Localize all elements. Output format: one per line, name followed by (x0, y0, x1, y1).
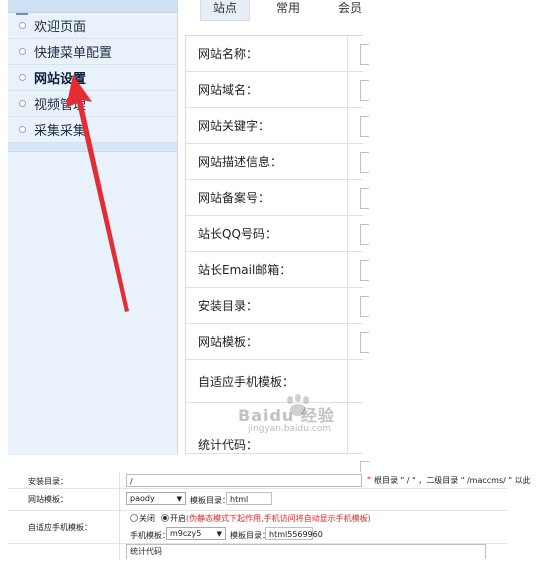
mobile-dir-input[interactable]: html5569960 (265, 527, 323, 540)
template-dir-input[interactable]: html (226, 492, 272, 505)
radio-off-label: 关闭 (139, 514, 155, 523)
install-dir-input[interactable] (360, 296, 369, 317)
sidebar-item-video-manage[interactable]: 视频管理 (8, 91, 177, 117)
site-name-input[interactable] (360, 44, 369, 65)
field-label: 网站域名： (186, 72, 348, 107)
settings-tabs: 站点 常用 会员 (200, 0, 388, 22)
collapse-icon[interactable] (16, 13, 28, 15)
field-label: 安装目录： (186, 288, 348, 323)
template-dir-label: 模板目录： (190, 496, 230, 505)
install-dir-label: 安装目录： (28, 477, 68, 486)
detail-screenshot: 安装目录： / * 根目录 " / " ，二级目录 " /maccms/ " 以… (8, 472, 531, 560)
chevron-down-icon: ▼ (176, 495, 182, 503)
row-mobile-template: 自适应手机模板： 关闭 开启 (伪静态模式下起作用,手机访问将自动显示手机模板)… (8, 510, 508, 544)
sidebar-item-label: 欢迎页面 (34, 20, 87, 35)
sidebar-item-label: 视频管理 (34, 98, 87, 113)
icp-input[interactable] (360, 188, 369, 209)
sidebar-item-shortcut-menu[interactable]: 快捷菜单配置 (8, 39, 177, 65)
mobile-dir-label: 模板目录： (230, 531, 270, 540)
install-dir-hint: 根目录 " / " ，二级目录 " /maccms/ " 以此 (374, 476, 531, 485)
field-label: 统计代码： (186, 403, 348, 453)
mobile-template-select-value: m9czy5 (170, 529, 202, 538)
form-row-email: 站长Email邮箱： (186, 252, 369, 288)
bullet-icon (19, 100, 26, 107)
tab-member[interactable]: 会员 (326, 0, 374, 20)
radio-on-label: 开启 (170, 514, 186, 523)
mobile-template-note: (伪静态模式下起作用,手机访问将自动显示手机模板) (186, 514, 371, 523)
template-select[interactable]: paody ▼ (126, 492, 186, 505)
install-dir-input[interactable]: / (126, 474, 362, 487)
field-label: 网站模板： (186, 324, 348, 359)
mobile-template-label: 自适应手机模板： (28, 523, 92, 532)
tab-site[interactable]: 站点 (200, 0, 251, 21)
template-label: 网站模板： (28, 495, 68, 504)
sidebar-item-label: 快捷菜单配置 (34, 46, 113, 61)
qq-input[interactable] (360, 224, 369, 245)
bullet-icon (19, 126, 26, 133)
form-row-stats: 统计代码： (186, 403, 369, 503)
row-install-dir: 安装目录： / * 根目录 " / " ，二级目录 " /maccms/ " 以… (8, 472, 531, 489)
form-row-site-domain: 网站域名： (186, 72, 369, 108)
mobile-template-select[interactable]: m9czy5 ▼ (166, 527, 226, 540)
sidebar-header (8, 0, 177, 15)
site-domain-input[interactable] (360, 80, 369, 101)
form-row-mobile-template: 自适应手机模板： (186, 360, 363, 403)
field-label: 网站关键字： (186, 108, 348, 143)
field-label: 自适应手机模板： (186, 360, 348, 402)
settings-form: 网站名称： 网站域名： 网站关键字： 网站描述信息： 网站备案号： 站长QQ号码… (185, 35, 369, 503)
sidebar-footer (8, 143, 177, 152)
template-select[interactable] (360, 332, 369, 353)
template-select-value: paody (130, 494, 155, 503)
email-input[interactable] (360, 260, 369, 281)
description-input[interactable] (360, 152, 369, 173)
field-label: 网站描述信息： (186, 144, 348, 179)
sidebar-item-label: 采集采集 (34, 124, 87, 139)
form-row-install-dir: 安装目录： (186, 288, 369, 324)
chevron-down-icon: ▼ (216, 530, 222, 538)
required-star: * (367, 475, 371, 484)
form-row-keywords: 网站关键字： (186, 108, 369, 144)
form-row-icp: 网站备案号： (186, 180, 369, 216)
row-stats: 统计代码 (8, 543, 508, 559)
bullet-icon (19, 48, 26, 55)
sidebar-item-collect[interactable]: 采集采集 (8, 117, 177, 143)
sidebar-item-welcome[interactable]: 欢迎页面 (8, 13, 177, 39)
field-label: 网站备案号： (186, 180, 348, 215)
sidebar-item-site-settings[interactable]: 网站设置 (8, 65, 177, 91)
field-label: 站长QQ号码： (186, 216, 348, 251)
field-label: 站长Email邮箱： (186, 252, 348, 287)
tab-common[interactable]: 常用 (264, 0, 312, 20)
sidebar: 欢迎页面 快捷菜单配置 网站设置 视频管理 采集采集 (8, 0, 178, 455)
keywords-input[interactable] (360, 116, 369, 137)
bullet-icon (19, 22, 26, 29)
stats-textarea[interactable]: 统计代码 (126, 544, 486, 559)
form-row-description: 网站描述信息： (186, 144, 369, 180)
sidebar-item-label: 网站设置 (34, 72, 87, 87)
radio-on[interactable] (161, 514, 169, 522)
field-label: 网站名称： (186, 36, 348, 71)
row-site-template: 网站模板： paody ▼ 模板目录： html (8, 488, 508, 511)
form-row-template: 网站模板： (186, 324, 369, 360)
bullet-icon (19, 74, 26, 81)
form-row-site-name: 网站名称： (186, 36, 369, 72)
form-row-qq: 站长QQ号码： (186, 216, 369, 252)
radio-off[interactable] (130, 514, 138, 522)
mobile-template-select-label: 手机模板： (130, 531, 170, 540)
